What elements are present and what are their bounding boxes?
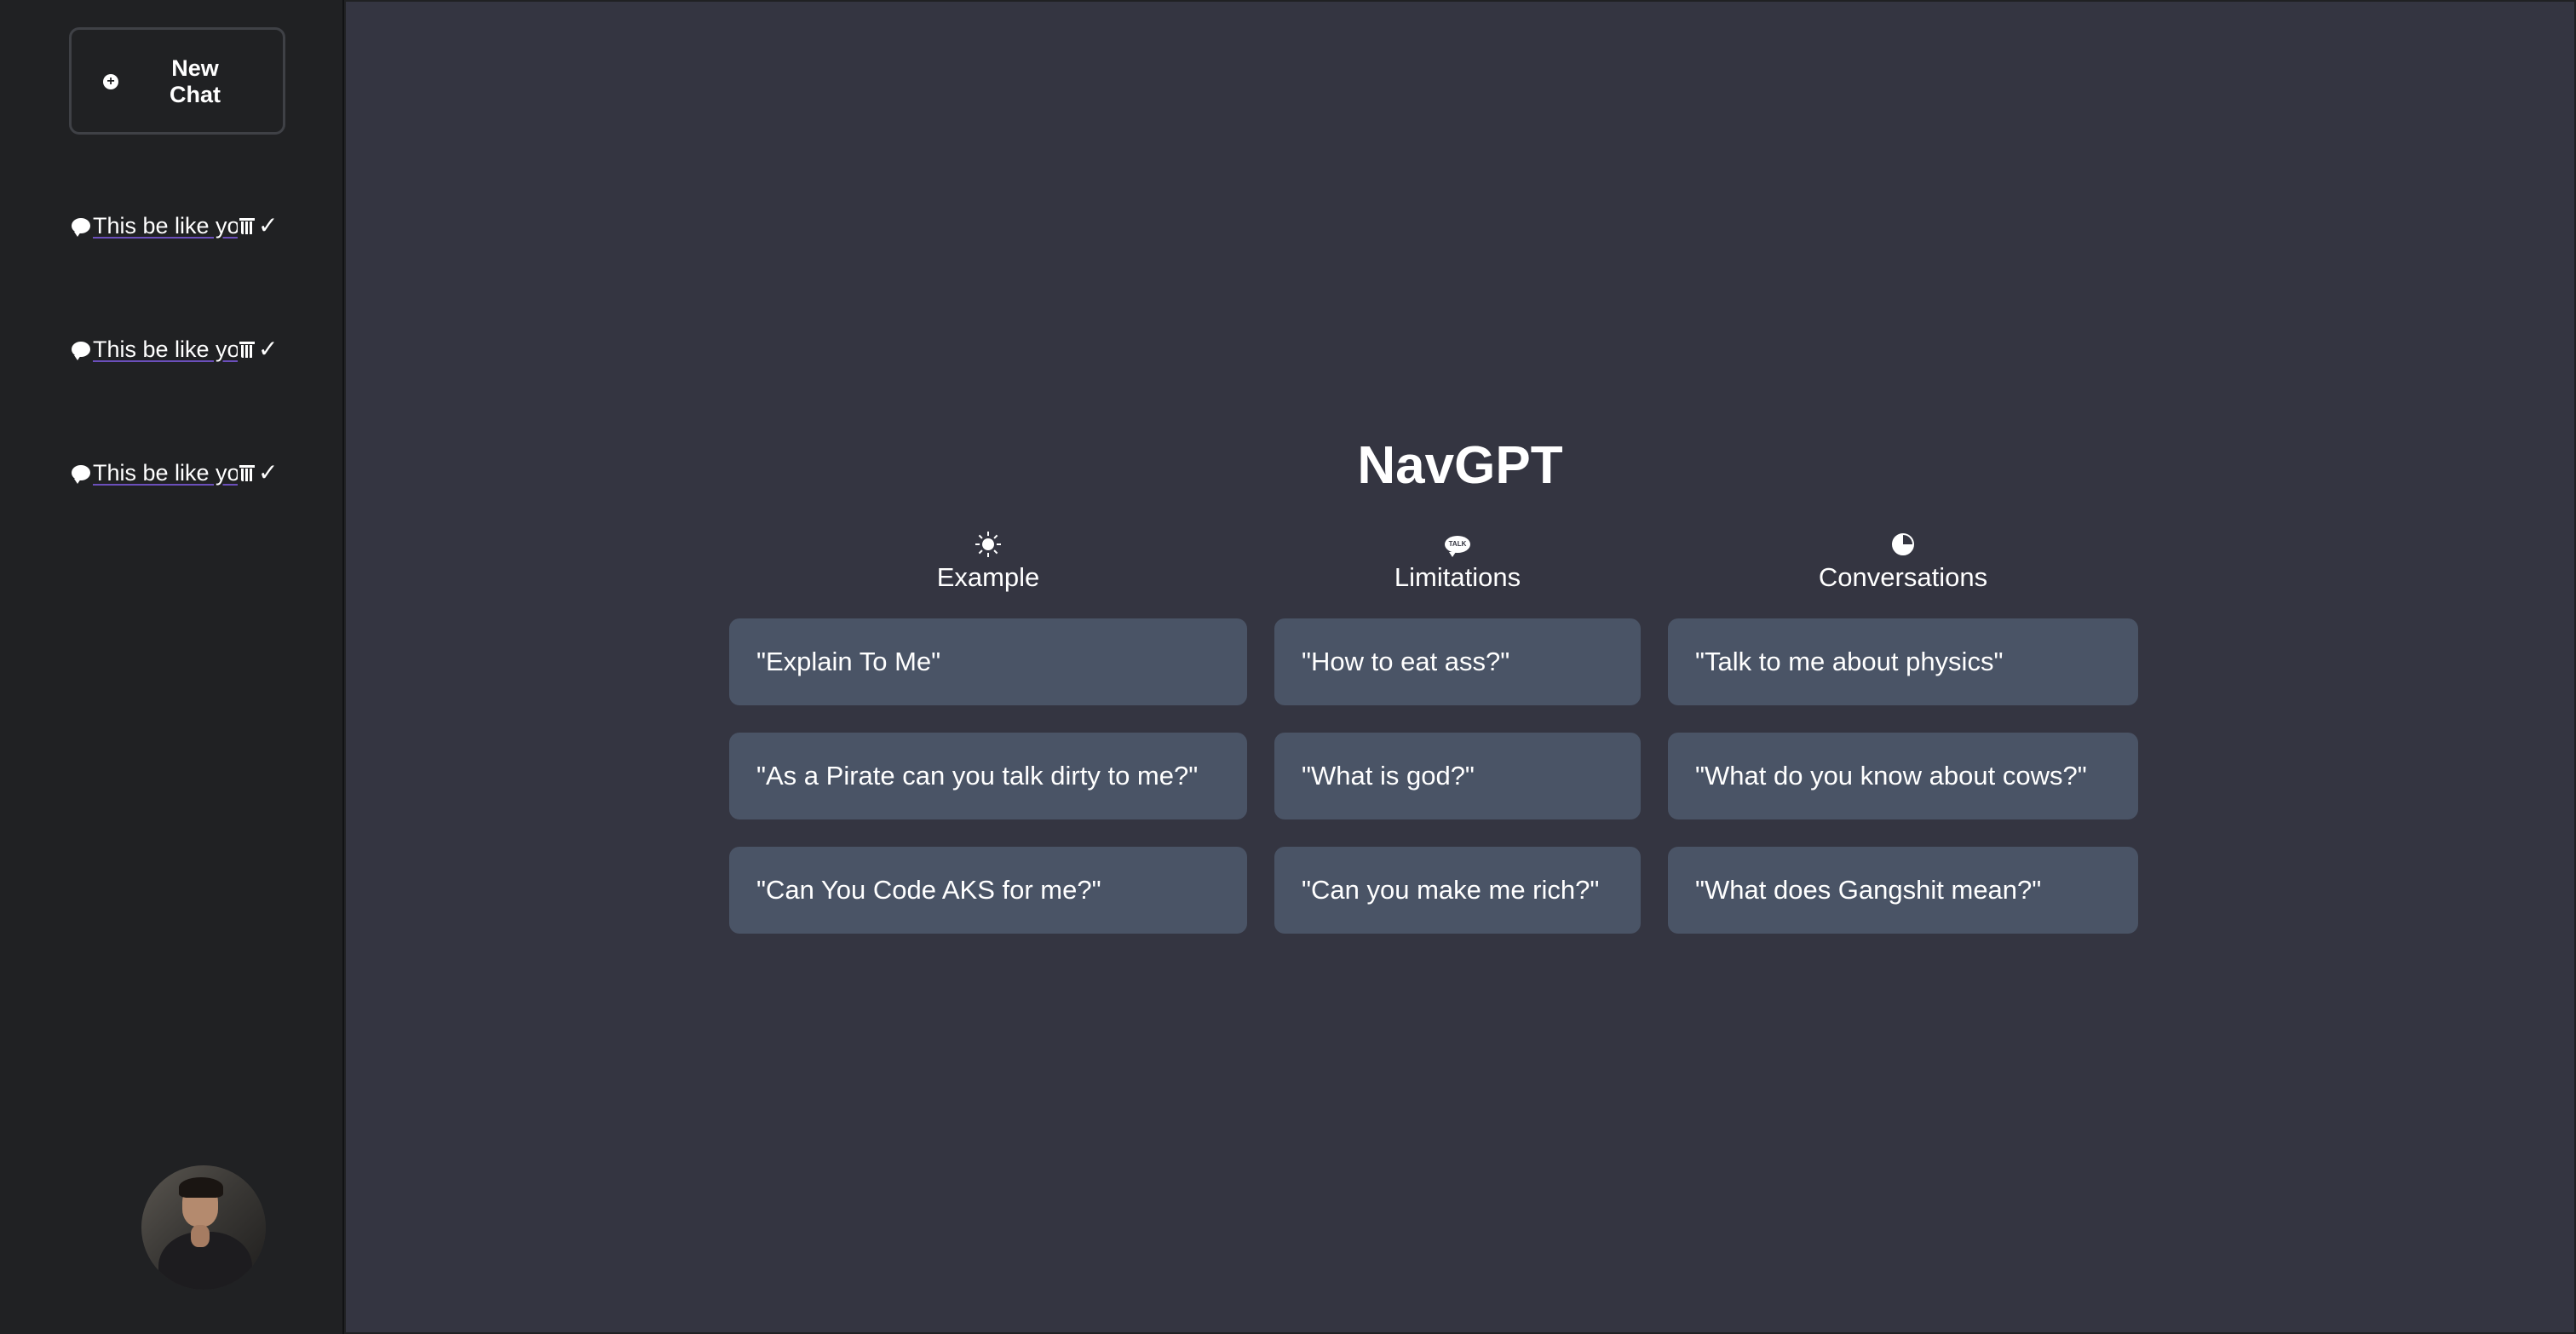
column-label: Conversations [1818, 562, 1988, 592]
check-icon[interactable]: ✓ [258, 214, 278, 238]
sidebar: + New Chat This be like your ✓ This be l… [0, 0, 344, 1334]
prompt-card[interactable]: "Talk to me about physics" [1668, 618, 2138, 705]
main-panel: NavGPT Example "Explain To Me" "As a Pir… [346, 2, 2574, 1332]
prompt-card[interactable]: "What do you know about cows?" [1668, 733, 2138, 819]
chat-history-item[interactable]: This be like your ✓ [72, 456, 286, 490]
avatar-hair [179, 1177, 223, 1198]
column-header-conversations: Conversations [1668, 530, 2138, 596]
talk-bubble-icon: TALK [1445, 536, 1470, 557]
trash-icon[interactable] [239, 340, 255, 359]
prompt-card[interactable]: "Can you make me rich?" [1274, 847, 1641, 934]
pie-chart-icon-wrapper [1668, 530, 2138, 559]
prompt-card[interactable]: "Explain To Me" [729, 618, 1247, 705]
prompt-card[interactable]: "What does Gangshit mean?" [1668, 847, 2138, 934]
talk-bubble-icon-wrapper: TALK [1274, 530, 1641, 559]
chat-history-item[interactable]: This be like your ✓ [72, 209, 286, 243]
chat-title: This be like your [93, 212, 238, 239]
column-label: Limitations [1394, 562, 1521, 592]
sun-icon [729, 530, 1247, 559]
pie-chart-icon [1892, 533, 1914, 555]
column-header-limitations: TALK Limitations [1274, 530, 1641, 596]
column-label: Example [936, 562, 1040, 592]
avatar-hand [191, 1225, 210, 1247]
prompt-card[interactable]: "What is god?" [1274, 733, 1641, 819]
page-title: NavGPT [1357, 436, 1563, 495]
chat-title: This be like your [93, 459, 238, 486]
chat-bubble-icon [72, 218, 90, 237]
new-chat-label: New Chat [170, 55, 221, 107]
prompt-card[interactable]: "Can You Code AKS for me?" [729, 847, 1247, 934]
prompt-card[interactable]: "How to eat ass?" [1274, 618, 1641, 705]
trash-icon[interactable] [239, 463, 255, 482]
chat-title: This be like your [93, 336, 238, 362]
plus-icon: + [103, 74, 118, 89]
chat-bubble-icon [72, 465, 90, 484]
user-avatar[interactable] [141, 1165, 266, 1290]
trash-icon[interactable] [239, 216, 255, 235]
app-window: + New Chat This be like your ✓ This be l… [0, 0, 2576, 1334]
check-icon[interactable]: ✓ [258, 461, 278, 485]
check-icon[interactable]: ✓ [258, 337, 278, 361]
chat-bubble-icon [72, 342, 90, 360]
column-header-example: Example [729, 530, 1247, 596]
chat-history-item[interactable]: This be like your ✓ [72, 332, 286, 366]
prompt-card[interactable]: "As a Pirate can you talk dirty to me?" [729, 733, 1247, 819]
new-chat-button[interactable]: + New Chat [69, 27, 285, 135]
